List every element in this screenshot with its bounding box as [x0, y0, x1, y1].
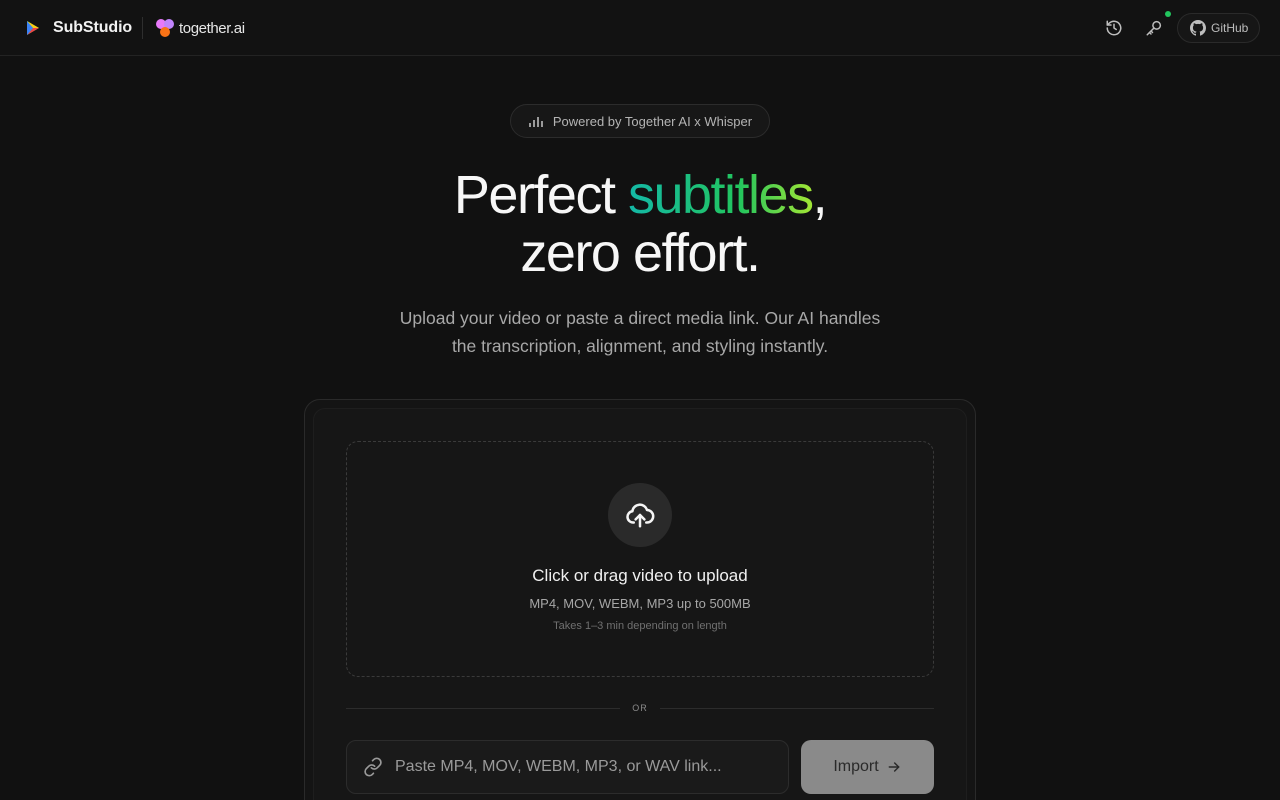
cloud-upload-icon	[626, 503, 655, 528]
description-line-2: the transcription, alignment, and stylin…	[451, 336, 829, 356]
top-header: SubStudio together.ai GitHub	[0, 0, 1280, 56]
brand-name: SubStudio	[53, 19, 133, 36]
upload-note: Takes 1–3 min depending on length	[553, 620, 727, 632]
upload-formats: MP4, MOV, WEBM, MP3 up to 500MB	[529, 596, 751, 611]
headline-line-2: zero effort.	[520, 223, 761, 283]
upload-icon-circle[interactable]	[608, 483, 672, 547]
media-link-field[interactable]	[346, 740, 789, 794]
divider-line-right	[660, 708, 934, 709]
import-label: Import	[833, 758, 879, 775]
history-button[interactable]	[1100, 14, 1128, 42]
headline-part-1: Perfect	[453, 165, 628, 225]
partner-name: together.ai	[179, 19, 245, 37]
history-icon	[1106, 20, 1122, 36]
header-divider	[142, 17, 143, 39]
github-icon	[1190, 20, 1206, 36]
partner-logo[interactable]: together.ai	[154, 16, 245, 40]
page-headline: Perfect subtitles, zero effort.	[0, 166, 1280, 282]
github-label: GitHub	[1211, 21, 1249, 35]
upload-title: Click or drag video to upload	[532, 566, 748, 585]
powered-by-badge: Powered by Together AI x Whisper	[510, 104, 770, 138]
headline-part-2: ,	[812, 165, 828, 225]
hero-description: Upload your video or paste a direct medi…	[340, 304, 940, 360]
description-line-1: Upload your video or paste a direct medi…	[399, 308, 881, 328]
or-divider-label: OR	[632, 703, 648, 713]
play-logo-icon	[27, 21, 39, 35]
github-button[interactable]: GitHub	[1177, 13, 1260, 43]
arrow-right-icon	[888, 762, 900, 772]
upload-dropzone[interactable]	[346, 441, 934, 677]
link-icon	[364, 757, 382, 777]
bar-chart-icon	[528, 117, 543, 127]
status-indicator	[1165, 11, 1171, 17]
headline-line-1: Perfect subtitles,	[0, 166, 1280, 224]
badge-text: Powered by Together AI x Whisper	[552, 113, 753, 129]
together-logo-icon	[156, 19, 174, 37]
brand[interactable]: SubStudio	[24, 16, 132, 40]
import-button[interactable]: Import	[801, 740, 934, 794]
media-link-input[interactable]	[395, 741, 788, 793]
headline-highlight: subtitles	[627, 165, 814, 225]
key-icon	[1146, 20, 1162, 36]
divider-line-left	[346, 708, 620, 709]
api-key-button[interactable]	[1140, 14, 1168, 42]
